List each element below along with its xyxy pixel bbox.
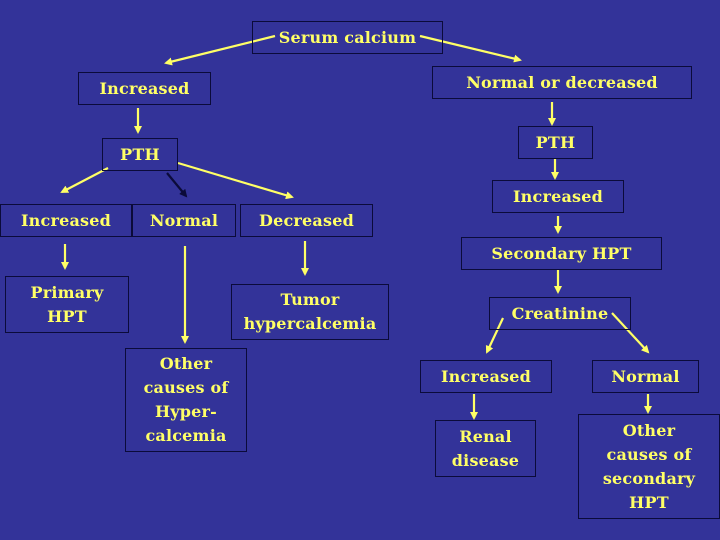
node-label: Renal disease <box>451 426 520 470</box>
node-label: Primary HPT <box>30 282 104 326</box>
node-label: Increased <box>99 78 190 98</box>
node-label: Increased <box>440 366 531 386</box>
node-other-causes-hypercalcemia: Other causes of Hyper- calcemia <box>125 348 247 452</box>
arrow-pth-to-increased <box>60 167 109 193</box>
node-label: PTH <box>535 132 576 152</box>
node-label: Normal <box>149 210 219 230</box>
node-pth-decreased-left: Decreased <box>240 204 373 237</box>
node-label: PTH <box>120 144 160 164</box>
node-renal-disease: Renal disease <box>435 420 536 477</box>
node-pth-right: PTH <box>518 126 593 159</box>
node-label: Other causes of secondary HPT <box>602 420 696 512</box>
node-pth-increased-right: Increased <box>492 180 624 213</box>
node-label: Normal <box>611 366 680 386</box>
node-serum-calcium: Serum calcium <box>252 21 443 54</box>
node-normal-or-decreased-calcium: Normal or decreased <box>432 66 692 99</box>
node-creatinine-increased: Increased <box>420 360 552 393</box>
node-label: Other causes of Hyper- calcemia <box>143 354 229 445</box>
node-primary-hpt: Primary HPT <box>5 276 129 333</box>
node-label: Creatinine <box>511 303 609 323</box>
node-creatinine-normal: Normal <box>592 360 699 393</box>
node-label: Decreased <box>259 210 354 230</box>
node-label: Secondary HPT <box>491 243 632 263</box>
flowchart-canvas: Serum calcium Increased Normal or decrea… <box>0 0 720 540</box>
node-label: Serum calcium <box>278 27 417 47</box>
node-label: Increased <box>512 186 603 206</box>
node-label: Normal or decreased <box>466 72 658 92</box>
node-other-causes-secondary-hpt: Other causes of secondary HPT <box>578 414 720 519</box>
node-increased-calcium: Increased <box>78 72 211 105</box>
arrow-pth-to-normal <box>166 172 188 198</box>
node-pth-normal-left: Normal <box>132 204 236 237</box>
node-label: Tumor hypercalcemia <box>243 290 377 333</box>
node-creatinine: Creatinine <box>489 297 631 330</box>
node-pth-increased-left: Increased <box>0 204 132 237</box>
arrow-pth-to-decreased <box>177 161 294 200</box>
node-label: Increased <box>20 210 111 230</box>
node-pth-left: PTH <box>102 138 178 171</box>
node-tumor-hypercalcemia: Tumor hypercalcemia <box>231 284 389 340</box>
node-secondary-hpt: Secondary HPT <box>461 237 662 270</box>
